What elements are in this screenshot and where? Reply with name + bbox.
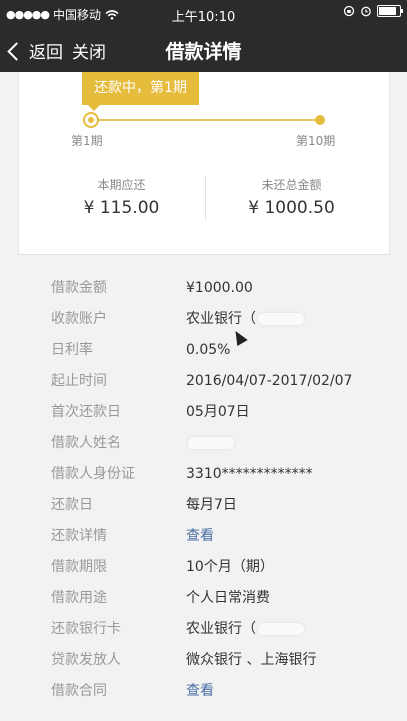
detail-label: 借款用途 xyxy=(51,590,107,606)
detail-value: 农业银行（ xyxy=(186,304,304,335)
detail-label: 借款期限 xyxy=(51,559,107,575)
detail-row-first-repayment: 首次还款日 05月07日 xyxy=(18,397,388,428)
detail-value: 农业银行（ xyxy=(186,614,304,645)
detail-label: 借款人姓名 xyxy=(51,435,121,451)
detail-row-repayment-card: 还款银行卡 农业银行（ xyxy=(18,614,388,645)
battery-icon xyxy=(377,5,403,17)
detail-row-contract: 借款合同 查看 xyxy=(18,676,388,707)
detail-value: 微众银行 、上海银行 xyxy=(186,652,317,668)
lock-rotation-icon xyxy=(343,5,355,17)
detail-row-term: 借款期限 10个月（期） xyxy=(18,552,388,583)
view-contract-link[interactable]: 查看 xyxy=(186,676,214,707)
view-repayment-details-link[interactable]: 查看 xyxy=(186,521,214,552)
redaction-mask xyxy=(188,437,234,449)
detail-value: 10个月（期） xyxy=(186,559,274,575)
repayment-progress-card: 还款中，第1期 第1期 第10期 本期应还 ¥ 115.00 未还总金额 ¥ 1… xyxy=(18,72,390,255)
redaction-mask xyxy=(258,313,304,325)
detail-label: 借款人身份证 xyxy=(51,466,135,482)
nav-bar: 返回 关闭 借款详情 xyxy=(0,28,407,72)
detail-row-amount: 借款金额 ¥1000.00 xyxy=(18,273,388,304)
detail-row-repayment-day: 还款日 每月7日 xyxy=(18,490,388,521)
progress-start-dot xyxy=(83,112,99,128)
current-due-label: 本期应还 xyxy=(97,178,146,192)
page-title: 借款详情 xyxy=(165,41,242,63)
detail-value: 每月7日 xyxy=(186,497,237,513)
detail-row-lender: 贷款发放人 微众银行 、上海银行 xyxy=(18,645,388,676)
status-bar: ●●●●● 中国移动 上午10:10 xyxy=(0,0,407,28)
remaining-total: 未还总金额 ¥ 1000.50 xyxy=(209,176,374,218)
detail-value: 0.05% xyxy=(186,342,231,358)
progress-end-dot xyxy=(315,115,325,125)
redaction-mask xyxy=(258,623,304,635)
remaining-total-label: 未还总金额 xyxy=(261,178,322,192)
detail-label: 还款日 xyxy=(51,497,93,513)
detail-value: ¥1000.00 xyxy=(186,280,253,296)
detail-row-borrower-name: 借款人姓名 xyxy=(18,428,388,459)
detail-value-text: 农业银行（ xyxy=(186,311,256,327)
detail-label: 起止时间 xyxy=(51,373,107,389)
detail-row-receiving-account: 收款账户 农业银行（ xyxy=(18,304,388,335)
progress-badge: 还款中，第1期 xyxy=(82,72,199,111)
progress-start-label: 第1期 xyxy=(71,134,103,148)
detail-row-daily-rate: 日利率 0.05% xyxy=(18,335,388,366)
detail-value xyxy=(186,428,234,459)
progress-end-label: 第10期 xyxy=(296,134,336,148)
detail-label: 借款金额 xyxy=(51,280,107,296)
detail-row-repayment-details: 还款详情 查看 xyxy=(18,521,388,552)
current-due: 本期应还 ¥ 115.00 xyxy=(39,176,204,218)
progress-track xyxy=(90,119,320,121)
detail-row-borrower-id: 借款人身份证 3310************* xyxy=(18,459,388,490)
battery-level xyxy=(379,7,396,15)
loan-details-list: 借款金额 ¥1000.00 收款账户 农业银行（ 日利率 0.05% 起止时间 … xyxy=(18,258,388,721)
detail-row-purpose: 借款用途 个人日常消费 xyxy=(18,583,388,614)
detail-label: 还款详情 xyxy=(51,528,107,544)
detail-label: 日利率 xyxy=(51,342,93,358)
current-due-value: ¥ 115.00 xyxy=(83,198,160,218)
detail-label: 首次还款日 xyxy=(51,404,121,420)
detail-value: 个人日常消费 xyxy=(186,590,270,606)
detail-value: 05月07日 xyxy=(186,404,250,420)
summary-divider xyxy=(205,176,206,220)
detail-value: 3310************* xyxy=(186,466,313,482)
remaining-total-value: ¥ 1000.50 xyxy=(248,198,335,218)
detail-label: 贷款发放人 xyxy=(51,652,121,668)
detail-label: 收款账户 xyxy=(51,311,107,327)
detail-row-period: 起止时间 2016/04/07-2017/02/07 xyxy=(18,366,388,397)
alarm-icon xyxy=(361,6,371,17)
detail-label: 还款银行卡 xyxy=(51,621,121,637)
detail-value-text: 农业银行（ xyxy=(186,621,256,637)
detail-label: 借款合同 xyxy=(51,683,107,699)
detail-value: 2016/04/07-2017/02/07 xyxy=(186,373,353,389)
